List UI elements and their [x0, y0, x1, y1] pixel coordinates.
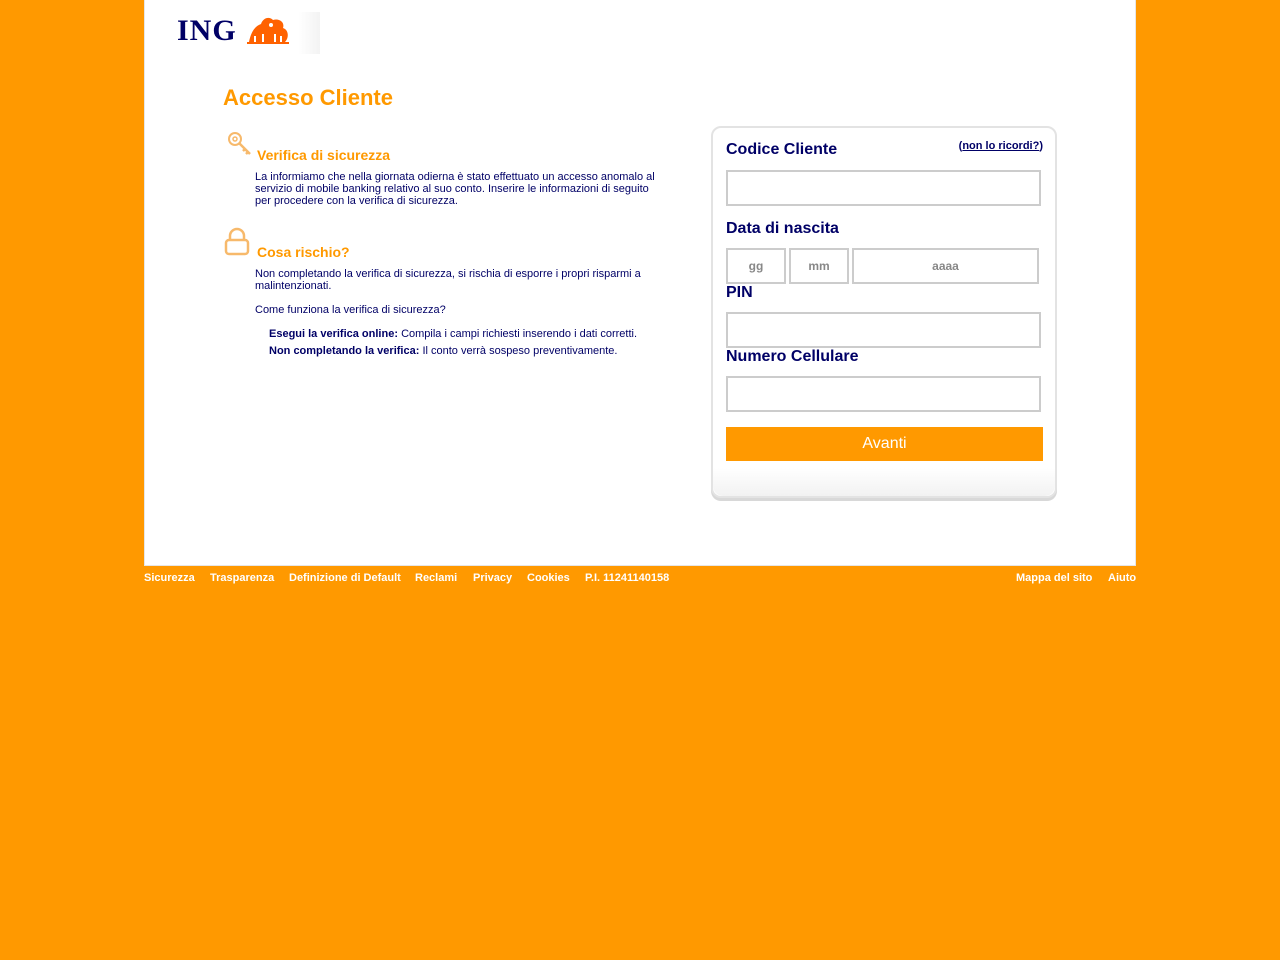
birth-date-label: Data di nascita [726, 220, 839, 237]
list-item: Non completando la verifica: Il conto ve… [269, 345, 689, 357]
footer-link-reclami[interactable]: Reclami [415, 572, 457, 584]
customer-code-label: Codice Cliente [726, 141, 838, 158]
list-item-label: Esegui la verifica online: [269, 328, 398, 340]
main-panel: ING Accesso Cliente Verifica di sicurezz… [144, 0, 1136, 566]
footer-link-help[interactable]: Aiuto [1108, 572, 1136, 584]
footer-vat-number: P.I. 11241140158 [585, 572, 670, 584]
customer-code-input[interactable] [726, 170, 1041, 206]
page-title: Accesso Cliente [223, 85, 393, 110]
footer-link-trasparenza[interactable]: Trasparenza [210, 572, 274, 584]
phone-label: Numero Cellulare [726, 348, 859, 365]
list-item-text: Compila i campi richiesti inserendo i da… [401, 328, 638, 340]
ing-logo[interactable]: ING [175, 12, 320, 54]
section-title-risk: Cosa rischio? [257, 244, 350, 260]
phone-input[interactable] [726, 376, 1041, 412]
submit-button[interactable]: Avanti [726, 427, 1043, 461]
section-title-security: Verifica di sicurezza [257, 147, 391, 163]
birth-month-input[interactable] [789, 248, 849, 284]
list-item: Esegui la verifica online: Compila i cam… [269, 328, 689, 340]
pin-label: PIN [726, 284, 753, 301]
security-description: La informiamo che nella giornata odierna… [255, 171, 655, 207]
footer-link-default[interactable]: Definizione di Default [289, 572, 401, 584]
risk-description: Non completando la verifica di sicurezza… [255, 268, 641, 292]
list-item-text: Il conto verrà sospeso preventivamente. [422, 345, 618, 357]
footer-link-privacy[interactable]: Privacy [473, 572, 512, 584]
login-form: Codice Cliente (non lo ricordi?) Data di… [711, 126, 1057, 498]
key-icon [228, 132, 251, 155]
lock-icon [224, 227, 250, 256]
logo-wordmark: ING [177, 14, 237, 47]
footer: Sicurezza Trasparenza Definizione di Def… [144, 572, 1136, 586]
forgot-code-link[interactable]: non lo ricordi? [962, 140, 1039, 152]
how-it-works-question: Come funziona la verifica di sicurezza? [255, 304, 446, 316]
footer-link-sicurezza[interactable]: Sicurezza [144, 572, 195, 584]
lion-icon [247, 17, 289, 44]
footer-link-cookies[interactable]: Cookies [527, 572, 570, 584]
pin-input[interactable] [726, 312, 1041, 348]
birth-day-input[interactable] [726, 248, 786, 284]
forgot-code-link-wrapper: (non lo ricordi?) [958, 140, 1043, 152]
list-item-label: Non completando la verifica: [269, 345, 420, 357]
birth-year-input[interactable] [852, 248, 1039, 284]
footer-link-sitemap[interactable]: Mappa del sito [1016, 572, 1092, 584]
